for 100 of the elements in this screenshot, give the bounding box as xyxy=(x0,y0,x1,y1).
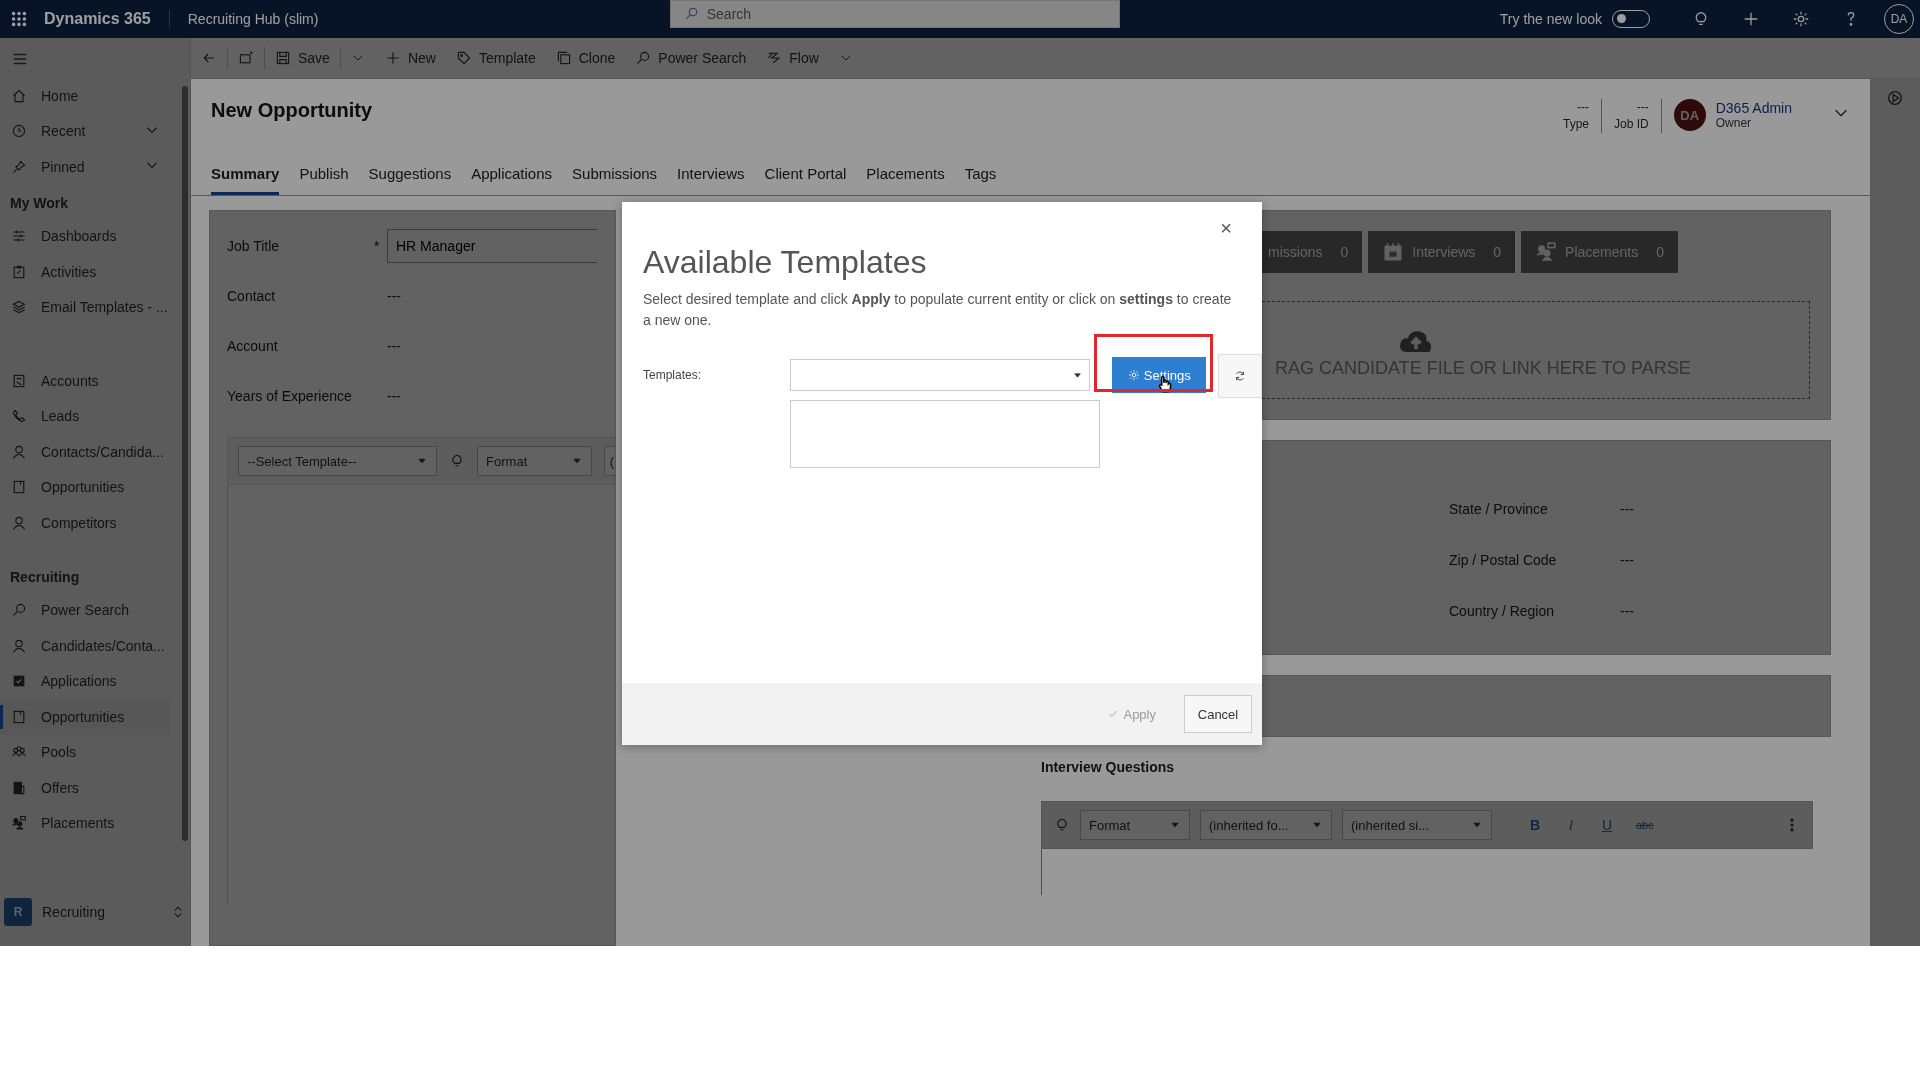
tab[interactable]: Applications xyxy=(471,155,553,195)
format-button[interactable]: B xyxy=(1522,816,1548,834)
tab[interactable]: Submissions xyxy=(572,155,658,195)
play-icon[interactable] xyxy=(1886,89,1904,107)
person-icon xyxy=(11,637,27,654)
command-button[interactable]: Template xyxy=(445,38,546,78)
command-button[interactable]: Clone xyxy=(545,38,626,78)
nav-item[interactable]: Offers xyxy=(0,770,170,806)
layers-icon xyxy=(11,299,27,316)
nav-item[interactable]: Dashboards xyxy=(0,218,170,254)
clock-icon xyxy=(11,123,27,140)
area-switcher[interactable]: R Recruiting xyxy=(0,889,190,934)
tab[interactable]: Summary xyxy=(211,155,280,195)
command-button[interactable]: Power Search xyxy=(625,38,757,78)
new-look-label: Try the new look xyxy=(1499,11,1602,27)
nav-item[interactable]: Activities xyxy=(0,254,170,290)
app-launcher-icon[interactable] xyxy=(10,10,28,28)
tag-icon xyxy=(455,50,472,66)
command-button[interactable]: Flow xyxy=(756,38,829,78)
people-icon xyxy=(1535,241,1558,263)
field-label: Country / Region xyxy=(1449,603,1556,621)
person-icon xyxy=(11,514,27,531)
tab[interactable]: Publish xyxy=(299,155,349,195)
search-field[interactable]: Search xyxy=(669,0,1120,28)
tab[interactable]: Interviews xyxy=(677,155,745,195)
nav-item[interactable]: Opportunities xyxy=(0,699,170,735)
check-icon xyxy=(1107,708,1120,720)
close-button[interactable]: × xyxy=(1214,216,1238,241)
nav-item[interactable]: Placements xyxy=(0,805,170,841)
section-heading: My Work xyxy=(9,193,70,213)
font-select[interactable]: ( xyxy=(603,446,615,476)
tab[interactable]: Tags xyxy=(964,155,997,195)
command-button[interactable]: New xyxy=(374,38,446,78)
field-label: State / Province xyxy=(1449,501,1549,519)
nav-item[interactable]: Contacts/Candida... xyxy=(0,434,170,470)
format-button[interactable]: I xyxy=(1558,816,1584,834)
person-icon xyxy=(11,443,27,460)
command-button[interactable]: Save xyxy=(265,38,340,78)
field-value: --- xyxy=(387,288,401,304)
field-label: Account xyxy=(227,338,279,354)
field-label: Job Title xyxy=(227,238,281,254)
scrollbar[interactable] xyxy=(182,86,188,841)
nav-item[interactable]: Pools xyxy=(0,734,170,770)
template-list[interactable] xyxy=(790,400,1101,468)
format-select[interactable]: Format xyxy=(1080,810,1190,840)
owner-avatar: DA xyxy=(1673,99,1706,131)
field-label: Years of Experience xyxy=(227,388,353,404)
field-label: Job ID xyxy=(1614,116,1649,133)
lightbulb-icon[interactable] xyxy=(1054,817,1070,833)
document-icon xyxy=(11,708,27,725)
size-select[interactable]: (inherited si... xyxy=(1342,810,1492,840)
format-button[interactable]: abc xyxy=(1630,818,1656,832)
nav-item[interactable]: Email Templates - ... xyxy=(0,289,170,325)
nav-item[interactable]: Power Search xyxy=(0,592,170,628)
dialog-title: Available Templates xyxy=(643,244,928,281)
search-icon xyxy=(11,602,27,619)
nav-item[interactable]: Pinned xyxy=(0,149,170,185)
nav-item[interactable]: Recent xyxy=(0,113,170,149)
nav-item[interactable]: Accounts xyxy=(0,363,170,399)
format-select[interactable]: Format xyxy=(477,446,592,476)
font-select[interactable]: (inherited fo... xyxy=(1200,810,1332,840)
tab[interactable]: Placements xyxy=(866,155,945,195)
job-title-field[interactable]: HR Manager xyxy=(387,229,597,263)
sliders-icon xyxy=(11,228,27,245)
settings-icon[interactable] xyxy=(1792,10,1810,28)
nav-item[interactable]: Opportunities xyxy=(0,469,170,505)
field-value: --- xyxy=(1620,501,1634,519)
window-icon xyxy=(238,50,254,66)
pin-icon xyxy=(11,158,27,175)
field-value: --- xyxy=(1577,99,1590,116)
field-value: --- xyxy=(1636,99,1649,116)
templates-label: Templates: xyxy=(643,367,703,382)
template-select[interactable] xyxy=(790,359,1091,391)
home-icon xyxy=(11,87,27,104)
required-mark: * xyxy=(374,238,381,254)
tab[interactable]: Suggestions xyxy=(368,155,452,195)
plus-icon[interactable] xyxy=(1742,10,1760,28)
page-title: New Opportunity xyxy=(211,99,373,122)
nav-item[interactable]: Home xyxy=(0,78,170,114)
flow-icon xyxy=(766,50,783,66)
nav-item[interactable]: Leads xyxy=(0,398,170,434)
people-icon xyxy=(11,815,27,832)
nav-item[interactable]: Competitors xyxy=(0,505,170,541)
template-select[interactable]: --Select Template-- xyxy=(238,446,438,476)
nav-item[interactable]: Candidates/Conta... xyxy=(0,628,170,664)
section-title: Interview Questions xyxy=(1041,759,1176,777)
field-value: --- xyxy=(1620,603,1634,621)
clipboard-icon xyxy=(11,263,27,280)
format-button[interactable]: U xyxy=(1594,816,1620,834)
app-name[interactable]: Dynamics 365 xyxy=(44,10,170,28)
owner-link[interactable]: D365 Admin xyxy=(1715,100,1792,116)
nav-item[interactable]: Applications xyxy=(0,663,170,699)
field-label: Contact xyxy=(227,288,277,304)
search-icon xyxy=(635,50,652,66)
settings-icon xyxy=(1127,369,1140,381)
field-label: Zip / Postal Code xyxy=(1449,552,1558,570)
tab[interactable]: Client Portal xyxy=(764,155,847,195)
area-title: Recruiting Hub (slim) xyxy=(186,11,320,27)
cancel-button[interactable]: Cancel xyxy=(1184,695,1252,733)
document-icon xyxy=(11,479,27,496)
